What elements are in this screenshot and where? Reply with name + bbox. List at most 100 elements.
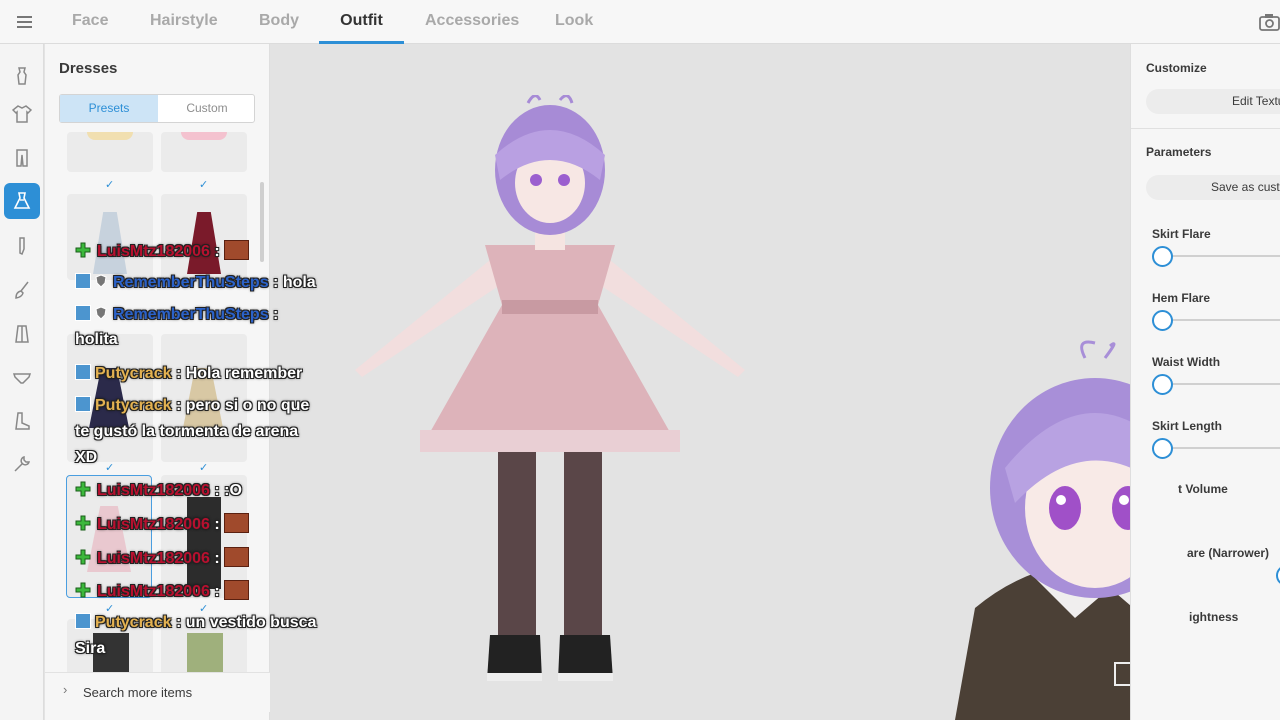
subscriber-badge-icon <box>75 273 91 289</box>
edit-texture-button[interactable]: Edit Texture <box>1146 89 1280 114</box>
chat-username[interactable]: LuisMtz182006 <box>97 482 210 499</box>
search-more-label: Search more items <box>83 685 193 700</box>
slider-track[interactable] <box>1162 319 1280 321</box>
dress-item[interactable] <box>161 194 247 280</box>
chat-text: te gustó la tormenta de arena <box>75 423 299 440</box>
chat-text: : <box>209 516 220 533</box>
brush-icon[interactable] <box>4 272 40 308</box>
chat-username[interactable]: LuisMtz182006 <box>97 550 210 567</box>
plus-badge-icon <box>75 549 91 565</box>
tab-look[interactable]: Look <box>555 0 593 44</box>
chat-message: RememberThuSteps : <box>75 305 278 324</box>
chat-message: Sira <box>75 640 105 658</box>
chat-text: XD <box>75 449 98 466</box>
tab-accessories[interactable]: Accessories <box>425 0 519 44</box>
chat-username[interactable]: LuisMtz182006 <box>97 243 210 260</box>
slider-knob[interactable] <box>1276 565 1280 586</box>
top-tab-bar: Face Hairstyle Body Outfit Accessories L… <box>0 0 1280 44</box>
presets-tab[interactable]: Presets <box>60 95 158 122</box>
skirt-flare-slider[interactable] <box>1152 246 1173 267</box>
divider <box>1131 128 1280 129</box>
slider-track[interactable] <box>1162 255 1280 257</box>
shirt-icon[interactable] <box>4 96 40 132</box>
dress-item[interactable] <box>161 132 247 172</box>
dress-item[interactable] <box>67 194 153 280</box>
param-label: Skirt Length <box>1152 419 1223 433</box>
param-label: are (Narrower) <box>1187 546 1270 560</box>
category-rail <box>0 44 44 720</box>
emote-icon <box>223 240 249 260</box>
param-label: ightness <box>1189 610 1239 624</box>
chat-text: Sira <box>75 640 106 657</box>
preset-custom-toggle: Presets Custom <box>59 94 255 123</box>
dress-item[interactable] <box>67 132 153 172</box>
chat-message: XD <box>75 449 97 467</box>
subscriber-badge-icon <box>75 396 91 412</box>
chat-message: holita <box>75 331 118 349</box>
plus-badge-icon <box>75 481 91 497</box>
chat-text: : <box>209 243 220 260</box>
chat-text: holita <box>75 331 118 348</box>
parameters-heading: Parameters <box>1146 145 1212 159</box>
chat-message: RememberThuSteps : hola <box>75 273 316 292</box>
panel-title: Dresses <box>59 60 118 77</box>
shoe-icon[interactable] <box>4 403 40 439</box>
customize-heading: Customize <box>1146 61 1207 75</box>
param-label: Waist Width <box>1152 355 1221 369</box>
coat-icon[interactable] <box>4 316 40 352</box>
chat-text: : :O <box>209 482 242 499</box>
subscriber-badge-icon <box>75 364 91 380</box>
chat-message: Putycrack : pero si o no que <box>75 396 309 415</box>
slider-track[interactable] <box>1162 383 1280 385</box>
tab-hairstyle[interactable]: Hairstyle <box>150 0 218 44</box>
slider-track[interactable] <box>1162 447 1280 449</box>
pants-icon[interactable] <box>4 140 40 176</box>
chat-message: Putycrack : Hola remember <box>75 364 302 383</box>
owned-check-icon: ✓ <box>199 179 209 191</box>
param-label: t Volume <box>1178 482 1228 496</box>
chat-username[interactable]: RememberThuSteps <box>113 274 269 291</box>
chat-username[interactable]: Putycrack <box>95 614 172 631</box>
chevron-right-icon: › <box>63 682 68 697</box>
chat-text: : pero si o no que <box>171 397 310 414</box>
chat-text: : <box>209 583 220 600</box>
custom-tab[interactable]: Custom <box>158 95 256 122</box>
chat-message: LuisMtz182006 : <box>75 547 249 568</box>
search-more-button[interactable]: › Search more items <box>45 672 270 712</box>
chat-username[interactable]: RememberThuSteps <box>113 306 269 323</box>
panel-scrollbar[interactable] <box>260 182 264 262</box>
chat-message: LuisMtz182006 : :O <box>75 481 242 500</box>
plus-badge-icon <box>75 582 91 598</box>
chat-message: LuisMtz182006 : <box>75 513 249 534</box>
chat-text: : un vestido busca <box>171 614 317 631</box>
tab-face[interactable]: Face <box>72 0 108 44</box>
chat-username[interactable]: LuisMtz182006 <box>97 516 210 533</box>
chat-message: LuisMtz182006 : <box>75 240 249 261</box>
subscriber-badge-icon <box>75 305 91 321</box>
chat-username[interactable]: Putycrack <box>95 365 172 382</box>
dress-icon[interactable] <box>4 183 40 219</box>
save-as-custom-button[interactable]: Save as custom <box>1146 175 1280 200</box>
owned-check-icon: ✓ <box>105 179 115 191</box>
param-label: Skirt Flare <box>1152 227 1211 241</box>
wrench-icon[interactable] <box>4 446 40 482</box>
chat-message: LuisMtz182006 : <box>75 580 249 601</box>
sock-icon[interactable] <box>4 228 40 264</box>
owned-check-icon: ✓ <box>199 462 209 474</box>
chat-text: : <box>268 306 279 323</box>
tab-outfit[interactable]: Outfit <box>319 0 404 44</box>
menu-icon[interactable] <box>14 12 36 32</box>
hem-flare-slider[interactable] <box>1152 310 1173 331</box>
tab-body[interactable]: Body <box>259 0 299 44</box>
camera-icon[interactable] <box>1259 13 1280 31</box>
chat-message: Putycrack : un vestido busca <box>75 613 316 632</box>
chat-username[interactable]: Putycrack <box>95 397 172 414</box>
costume-icon[interactable] <box>4 58 40 94</box>
customize-panel: Customize Edit Texture Parameters Save a… <box>1130 44 1280 720</box>
chat-username[interactable]: LuisMtz182006 <box>97 583 210 600</box>
underwear-icon[interactable] <box>4 360 40 396</box>
waist-width-slider[interactable] <box>1152 374 1173 395</box>
param-label: Hem Flare <box>1152 291 1211 305</box>
emote-icon <box>223 547 249 567</box>
skirt-length-slider[interactable] <box>1152 438 1173 459</box>
